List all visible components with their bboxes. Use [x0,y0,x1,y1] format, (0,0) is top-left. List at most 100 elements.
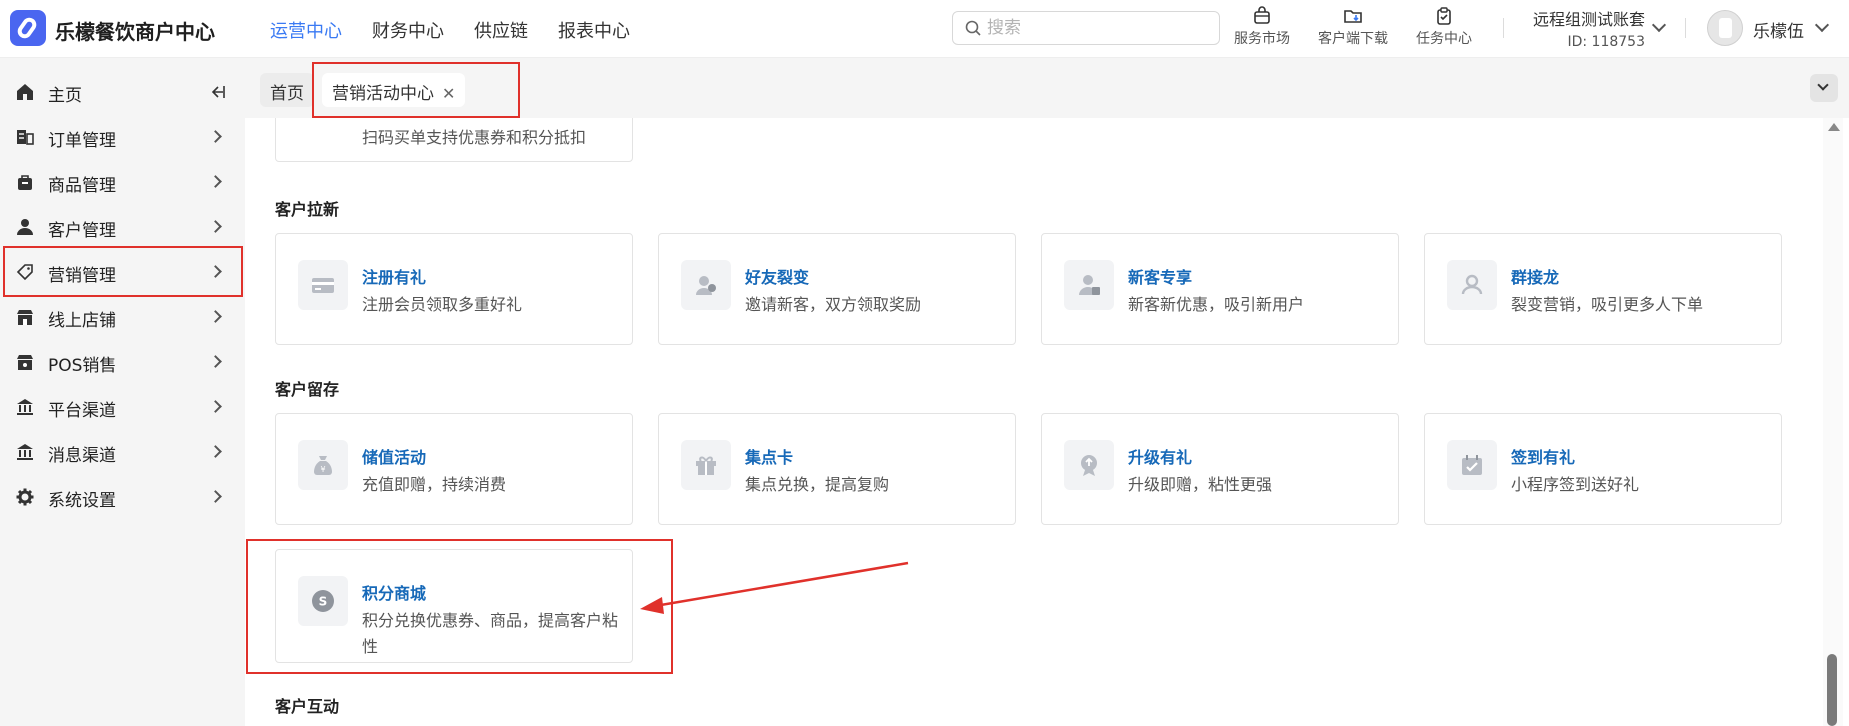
account-id: ID: 118753 [1567,34,1645,50]
gear-icon [16,488,34,506]
annotation-highlight-points-mall [246,539,673,674]
card-title: 集点卡 [745,448,794,467]
card-register-gift[interactable]: 注册有礼 注册会员领取多重好礼 [275,233,633,345]
app-logo-icon[interactable] [10,10,46,46]
card-desc: 小程序签到送好礼 [1511,475,1640,494]
sidebar-item-home[interactable]: 主页 [0,70,245,115]
folder-download-icon [1344,10,1362,23]
bank-icon [17,399,33,415]
sidebar-item-label: 消息渠道 [48,446,116,466]
card-desc: 注册会员领取多重好礼 [362,295,523,314]
sidebar-item-online-shop[interactable]: 线上店铺 [0,295,245,340]
scrollbar[interactable] [1823,118,1843,726]
chevron-right-icon [209,445,222,458]
friend-icon [696,276,716,295]
card-desc: 邀请新客，双方领取奖励 [745,295,922,314]
sidebar-item-label: 商品管理 [48,176,116,196]
card-desc: 裂变营销，吸引更多人下单 [1511,295,1704,314]
chevron-right-icon [209,310,222,323]
tab-home-label: 首页 [270,84,304,104]
home-icon [17,84,33,100]
divider [1685,18,1686,38]
avatar[interactable] [1707,10,1743,46]
card-upgrade-gift[interactable]: 升级有礼 升级即赠，粘性更强 [1041,413,1399,525]
chevron-right-icon [209,175,222,188]
collapse-sidebar-icon[interactable] [208,83,226,101]
card-stamp-card[interactable]: 集点卡 集点兑换，提高复购 [658,413,1016,525]
new-customer-icon [1079,275,1100,295]
clipboard-check-icon [1437,7,1451,25]
card-scan-pay[interactable]: 扫码买单支持优惠券和积分抵扣 [275,118,633,162]
section-title-interaction: 客户互动 [275,697,340,716]
sidebar-item-label: 订单管理 [48,131,116,151]
sidebar-item-orders[interactable]: 订单管理 [0,115,245,160]
upgrade-icon [1081,455,1097,476]
top-nav-finance[interactable]: 财务中心 [372,17,444,43]
card-title: 新客专享 [1128,268,1193,287]
card-desc: 集点兑换，提高复购 [745,475,890,494]
card-friend-referral[interactable]: 好友裂变 邀请新客，双方领取奖励 [658,233,1016,345]
card-desc: 充值即赠，持续消费 [362,475,507,494]
svg-text:¥: ¥ [320,465,325,474]
annotation-highlight-tab [312,62,520,118]
account-name: 远程组测试账套 [1532,10,1645,29]
search-box[interactable] [952,11,1220,45]
scrollbar-thumb[interactable] [1827,654,1837,726]
top-nav-reports[interactable]: 报表中心 [558,17,630,43]
client-download-button[interactable]: 客户端下载 [1318,6,1388,48]
money-bag-icon: ¥ [314,456,332,475]
card-check-in-gift[interactable]: 签到有礼 小程序签到送好礼 [1424,413,1782,525]
sidebar-item-platform-channel[interactable]: 平台渠道 [0,385,245,430]
scroll-up-icon[interactable] [1828,123,1840,131]
tab-menu-button[interactable] [1810,74,1838,102]
card-title: 好友裂变 [745,268,810,287]
card-stored-value[interactable]: ¥ 储值活动 充值即赠，持续消费 [275,413,633,525]
task-center-button[interactable]: 任务中心 [1416,6,1472,48]
top-nav: 运营中心 财务中心 供应链 报表中心 [270,17,630,43]
chevron-right-icon [209,400,222,413]
card-desc: 新客新优惠，吸引新用户 [1128,295,1305,314]
sidebar-item-goods[interactable]: 商品管理 [0,160,245,205]
card-desc: 升级即赠，粘性更强 [1128,475,1273,494]
message-channel-icon [17,444,33,460]
card-new-customer[interactable]: 新客专享 新客新优惠，吸引新用户 [1041,233,1399,345]
sidebar-item-message-channel[interactable]: 消息渠道 [0,430,245,475]
chevron-right-icon [209,490,222,503]
search-icon [965,20,981,36]
gift-icon [696,456,716,475]
card-desc: 扫码买单支持优惠券和积分抵扣 [362,128,587,147]
calendar-check-icon [1462,455,1482,475]
sidebar-item-settings[interactable]: 系统设置 [0,475,245,520]
service-market-label: 服务市场 [1234,31,1290,47]
top-nav-supply-chain[interactable]: 供应链 [474,17,528,43]
order-icon [17,130,34,145]
sidebar-item-pos[interactable]: POS销售 [0,340,245,385]
account-switcher[interactable]: 远程组测试账套 ID: 118753 [1530,6,1645,50]
sidebar-item-customers[interactable]: 客户管理 [0,205,245,250]
sidebar-item-label: POS销售 [48,356,117,376]
top-nav-operations[interactable]: 运营中心 [270,17,342,43]
chevron-right-icon [209,355,222,368]
card-title: 注册有礼 [362,268,427,287]
search-input[interactable] [987,17,1207,39]
divider [1503,18,1504,38]
goods-icon [18,175,32,190]
account-chevron-down-icon[interactable] [1651,17,1667,33]
user-icon [17,219,33,235]
user-chevron-down-icon[interactable] [1814,17,1830,33]
card-title: 签到有礼 [1511,448,1576,467]
pos-icon [17,355,33,370]
section-title-acquisition: 客户拉新 [275,200,340,219]
card-title: 升级有礼 [1128,448,1193,467]
tab-home[interactable]: 首页 [260,73,314,107]
card-title: 群接龙 [1511,268,1560,287]
sidebar-item-label: 客户管理 [48,221,116,241]
chevron-right-icon [209,130,222,143]
shop-icon [17,310,33,325]
user-name[interactable]: 乐檬伍 [1753,17,1804,42]
app-title: 乐檬餐饮商户中心 [55,20,215,44]
card-group-buy[interactable]: 群接龙 裂变营销，吸引更多人下单 [1424,233,1782,345]
chevron-down-icon [1817,79,1829,91]
service-market-button[interactable]: 服务市场 [1234,6,1290,48]
section-title-retention: 客户留存 [275,380,340,399]
